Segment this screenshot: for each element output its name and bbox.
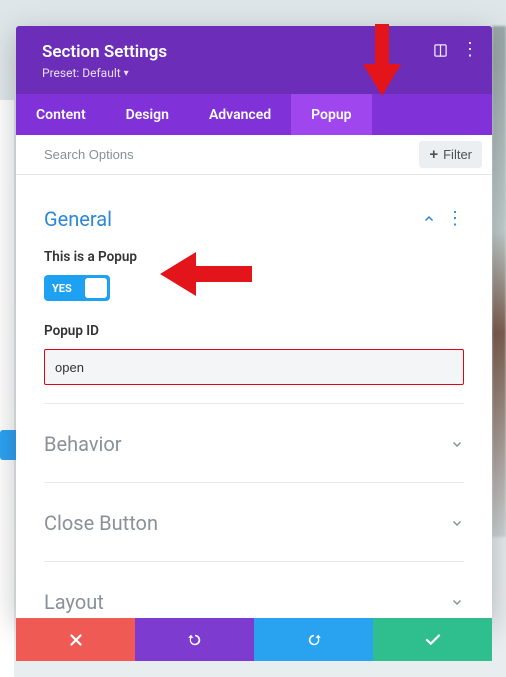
preset-prefix: Preset: — [42, 66, 82, 80]
tab-advanced[interactable]: Advanced — [189, 94, 291, 135]
toggle-on-text: YES — [52, 282, 72, 295]
tab-design[interactable]: Design — [106, 94, 189, 135]
popup-id-label: Popup ID — [44, 323, 464, 339]
redo-icon — [305, 631, 323, 649]
chevron-down-icon — [450, 437, 464, 451]
cancel-button[interactable] — [16, 618, 135, 661]
close-icon — [67, 631, 85, 649]
tab-popup[interactable]: Popup — [291, 94, 371, 135]
more-icon[interactable]: ⋮ — [462, 42, 478, 58]
preset-value: Default — [82, 66, 120, 80]
panel-header: Section Settings Preset: Default ▾ ⋮ — [16, 26, 492, 94]
chevron-up-icon[interactable] — [422, 212, 436, 226]
section-behavior-header[interactable]: Behavior — [44, 410, 464, 478]
tab-bar: Content Design Advanced Popup — [16, 94, 492, 135]
settings-panel: Section Settings Preset: Default ▾ ⋮ Cont… — [16, 26, 492, 618]
section-general-header[interactable]: General ⋮ — [44, 201, 464, 241]
panel-content: General ⋮ This is a Popup YES Popup ID — [16, 175, 492, 618]
search-input[interactable] — [44, 147, 419, 162]
filter-label: Filter — [443, 147, 472, 162]
popup-id-input[interactable] — [44, 349, 464, 385]
action-bar — [16, 618, 492, 661]
section-more-icon[interactable]: ⋮ — [446, 210, 464, 228]
filter-button[interactable]: + Filter — [419, 141, 482, 168]
panel-title: Section Settings — [42, 42, 474, 62]
toggle-knob — [85, 278, 107, 298]
section-title-layout: Layout — [44, 590, 104, 614]
search-bar: + Filter — [16, 135, 492, 175]
chevron-down-icon — [450, 516, 464, 530]
is-popup-label: This is a Popup — [44, 249, 464, 265]
undo-icon — [186, 631, 204, 649]
tab-content[interactable]: Content — [16, 94, 106, 135]
caret-down-icon: ▾ — [124, 68, 129, 79]
annotation-arrow-left — [160, 252, 252, 296]
plus-icon: + — [429, 147, 438, 162]
check-icon — [424, 631, 442, 649]
redo-button[interactable] — [254, 618, 373, 661]
section-close-button-header[interactable]: Close Button — [44, 489, 464, 557]
annotation-arrow-down — [363, 24, 401, 96]
portability-icon[interactable] — [432, 42, 448, 58]
save-button[interactable] — [373, 618, 492, 661]
section-layout-header[interactable]: Layout — [44, 568, 464, 618]
section-title-general: General — [44, 207, 112, 231]
chevron-down-icon — [450, 595, 464, 609]
section-title-close-button: Close Button — [44, 511, 158, 535]
undo-button[interactable] — [135, 618, 254, 661]
preset-selector[interactable]: Preset: Default ▾ — [42, 66, 474, 80]
is-popup-toggle[interactable]: YES — [44, 275, 110, 301]
section-title-behavior: Behavior — [44, 432, 122, 456]
